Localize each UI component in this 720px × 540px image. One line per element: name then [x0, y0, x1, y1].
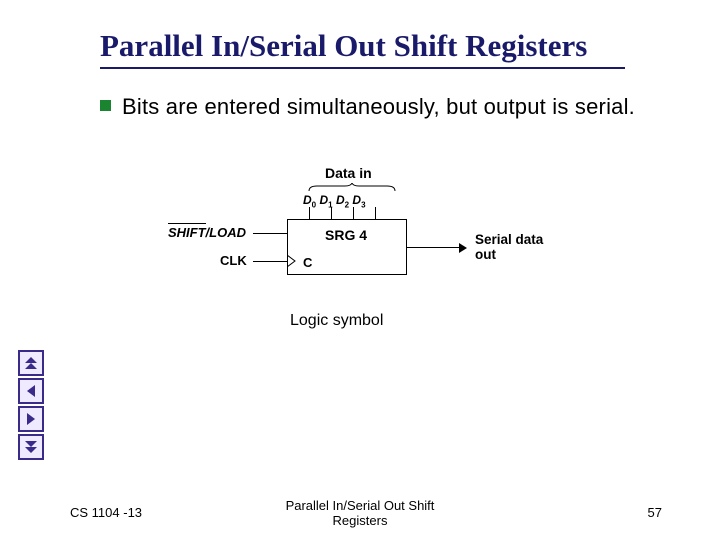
nav-prev-button[interactable]	[18, 378, 44, 404]
c-label: C	[303, 255, 312, 270]
double-up-icon	[23, 355, 39, 371]
clk-wire	[253, 261, 287, 262]
footer-page-number: 57	[648, 505, 662, 520]
footer-title: Parallel In/Serial Out Shift Registers	[270, 498, 450, 528]
d2-sub: 2	[345, 200, 349, 209]
srg-label: SRG 4	[325, 227, 367, 243]
nav-last-button[interactable]	[18, 434, 44, 460]
bullet-text: Bits are entered simultaneously, but out…	[122, 94, 635, 120]
shift-load-wire	[253, 233, 287, 234]
d2-line	[353, 207, 354, 219]
d3-line	[375, 207, 376, 219]
page-title: Parallel In/Serial Out Shift Registers	[100, 28, 587, 64]
d3: D	[352, 193, 361, 207]
nav-buttons	[18, 350, 46, 462]
clk-label: CLK	[220, 253, 247, 268]
d0-line	[309, 207, 310, 219]
shift-overbar	[168, 223, 206, 224]
d1-line	[331, 207, 332, 219]
output-wire	[407, 247, 461, 248]
d-labels: D0 D1 D2 D3	[303, 193, 366, 209]
nav-next-button[interactable]	[18, 406, 44, 432]
clock-edge-icon	[287, 255, 297, 267]
d2: D	[336, 193, 345, 207]
bullet-icon	[100, 100, 111, 111]
arrow-right-icon	[459, 243, 469, 253]
triangle-right-icon	[23, 411, 39, 427]
d1: D	[319, 193, 328, 207]
title-underline	[100, 67, 625, 69]
brace-icon	[307, 183, 397, 193]
shift-load-label: SHIFT/LOAD	[168, 225, 246, 240]
d3-sub: 3	[361, 200, 365, 209]
logic-symbol-figure: Data in D0 D1 D2 D3 SRG 4 C SHIFT/LOAD C…	[145, 165, 565, 325]
d0-sub: 0	[312, 200, 316, 209]
slide: Parallel In/Serial Out Shift Registers B…	[0, 0, 720, 540]
double-down-icon	[23, 439, 39, 455]
d0: D	[303, 193, 312, 207]
nav-first-button[interactable]	[18, 350, 44, 376]
serial-out-label: Serial data out	[475, 232, 565, 262]
footer-course-code: CS 1104 -13	[70, 505, 142, 520]
triangle-left-icon	[23, 383, 39, 399]
data-in-label: Data in	[325, 165, 372, 181]
figure-caption: Logic symbol	[290, 312, 383, 330]
